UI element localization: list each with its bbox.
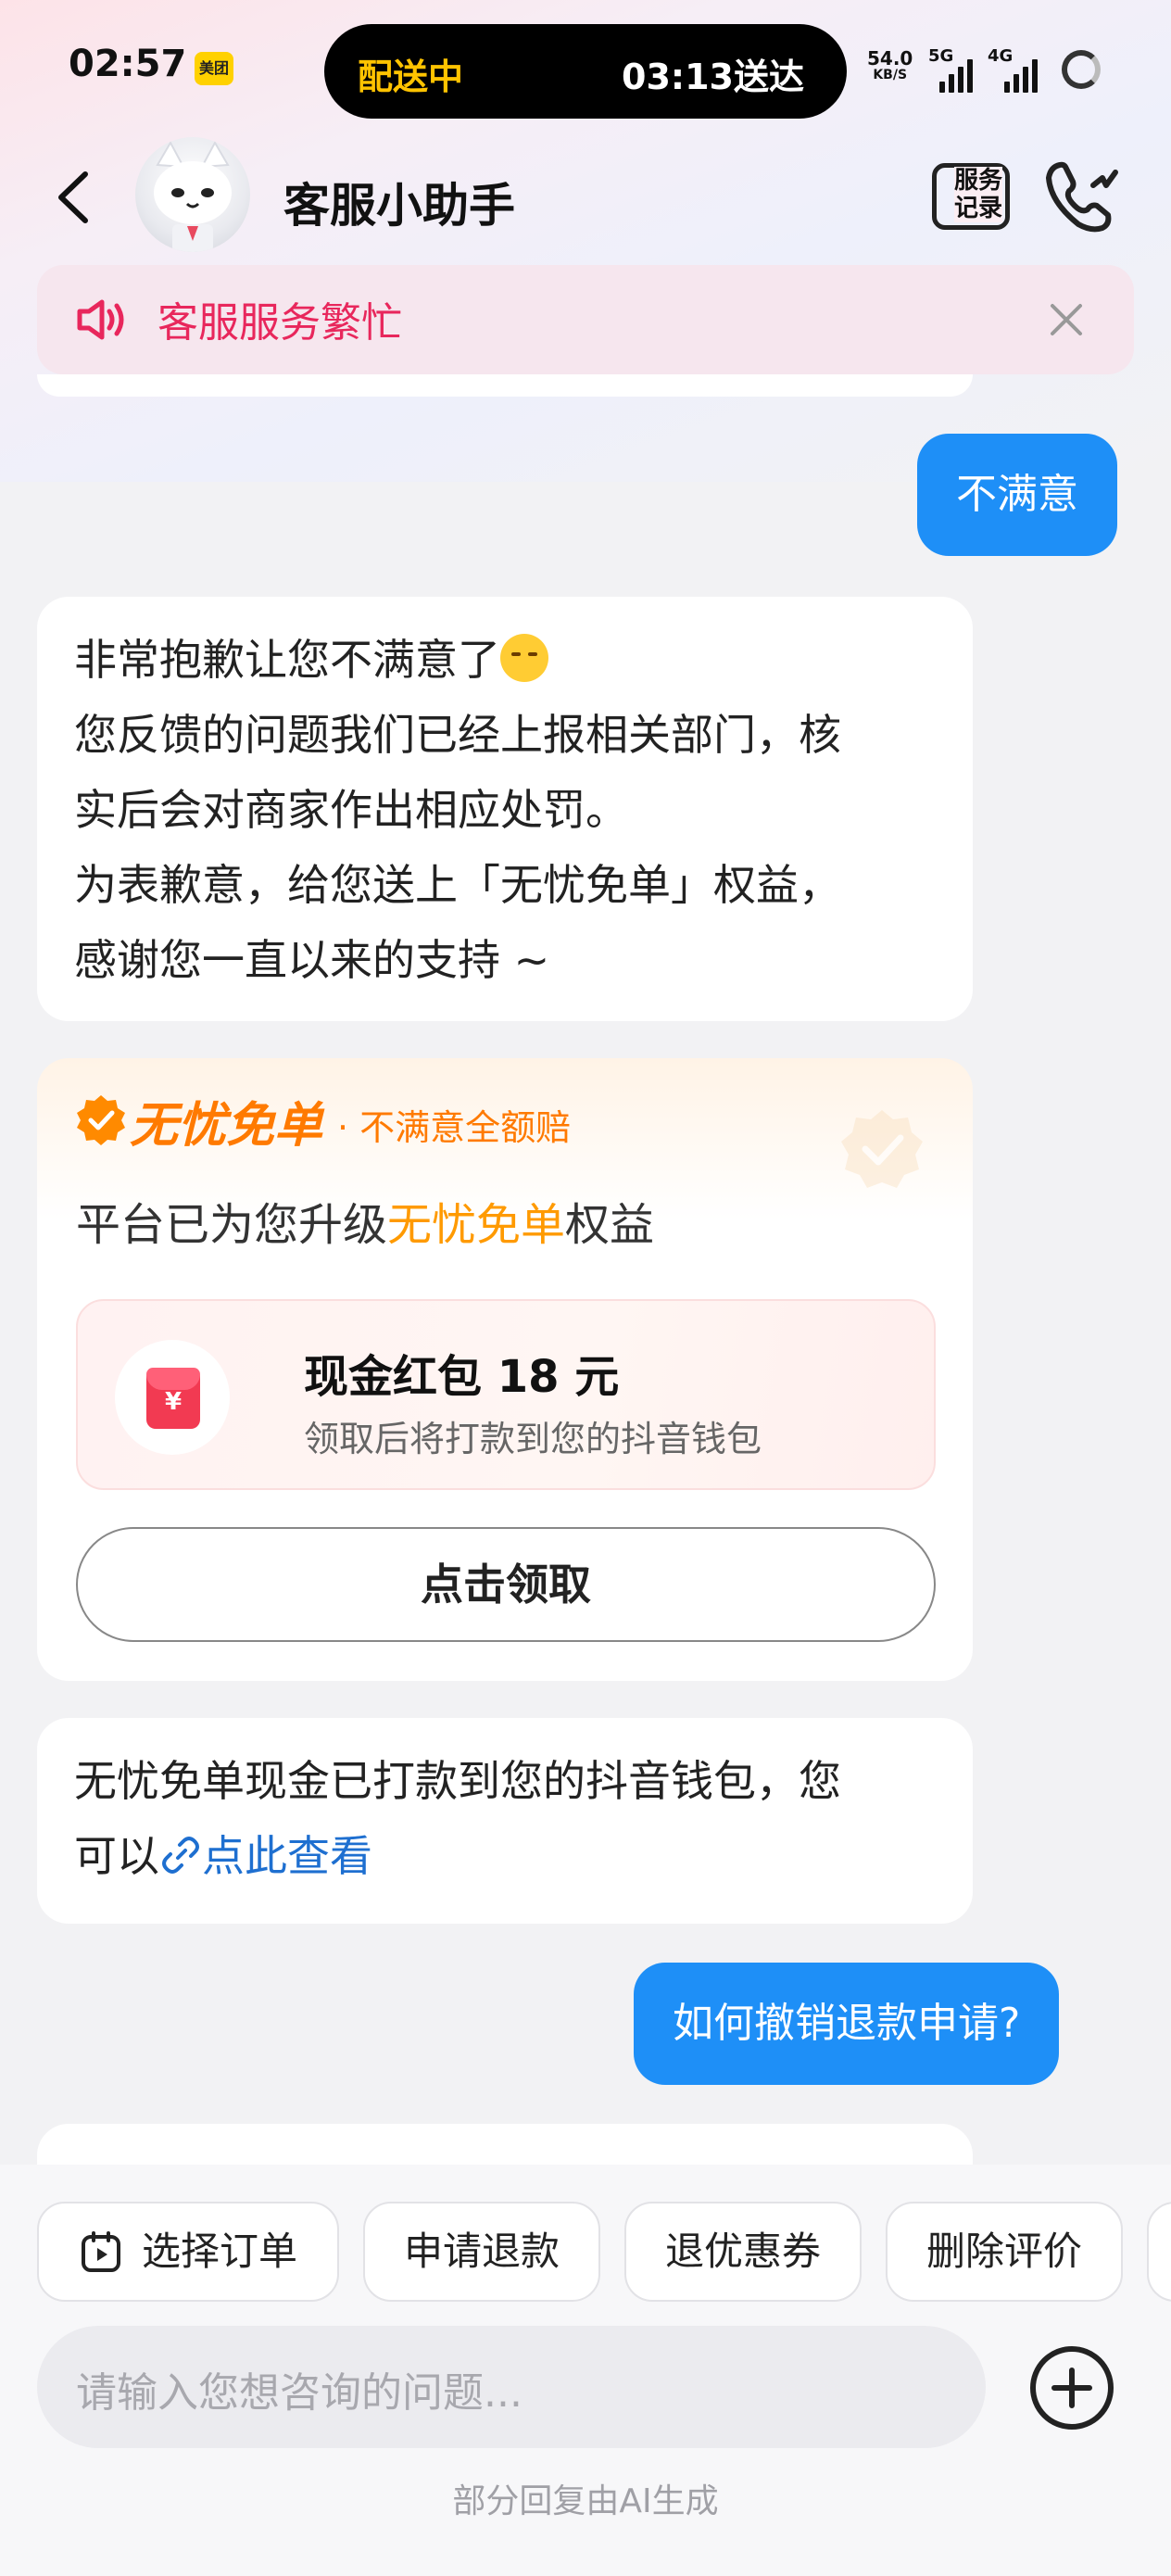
agent-message: 无忧免单现金已打款到您的抖音钱包，您 可以 点此查看: [37, 1718, 973, 1924]
redpack-symbol: ¥: [164, 1388, 183, 1416]
upgrade-text-suffix: 权益: [565, 1199, 655, 1251]
quick-action-delete-review[interactable]: 删除评价: [886, 2202, 1123, 2302]
meituan-app-icon: 美团: [195, 52, 233, 85]
benefit-card: 无忧免单 · 不满意全额赔 平台已为您升级无忧免单权益 ¥ 现金红包 18 元 …: [37, 1058, 973, 1681]
chevron-left-icon[interactable]: [48, 165, 104, 230]
network-speed-value: 54.0: [867, 47, 913, 69]
redpack-description: 领取后将打款到您的抖音钱包: [304, 1419, 762, 1459]
status-bar: 02:57 美团 配送中 03:13送达 54.0 KB/S 5G 4G: [0, 0, 1171, 139]
upgrade-text-prefix: 平台已为您升级: [76, 1199, 388, 1251]
quick-action-return-coupon[interactable]: 退优惠券: [624, 2202, 862, 2302]
message-line: 无忧免单现金已打款到您的抖音钱包，您: [74, 1756, 841, 1806]
agent-message: 非常抱歉让您不满意了 您反馈的问题我们已经上报相关部门，核 实后会对商家作出相应…: [37, 597, 973, 1021]
delivery-status: 配送中: [358, 57, 464, 97]
service-record-button[interactable]: 服务 记录: [932, 163, 1010, 230]
close-icon[interactable]: [1045, 298, 1088, 341]
notice-text: 客服服务繁忙: [157, 299, 402, 347]
quick-action-more[interactable]: [1147, 2202, 1171, 2302]
redpack-icon-container: ¥: [115, 1340, 230, 1455]
order-play-icon: [81, 2231, 120, 2272]
tag-4g: 4G: [988, 46, 1014, 66]
message-line: 非常抱歉让您不满意了: [74, 635, 500, 685]
plus-icon[interactable]: [1026, 2342, 1117, 2433]
signal-icons: 5G 4G: [928, 46, 1114, 93]
tag-5g: 5G: [928, 46, 954, 66]
user-message: 如何撤销退款申请?: [634, 1963, 1060, 2085]
service-record-label: 服务 记录: [954, 167, 1003, 222]
delivery-live-activity[interactable]: 配送中 03:13送达: [324, 24, 847, 119]
message-text: 非常抱歉让您不满意了 您反馈的问题我们已经上报相关部门，核 实后会对商家作出相应…: [74, 623, 936, 998]
question-input[interactable]: 请输入您想咨询的问题...: [37, 2326, 986, 2448]
message-line: 为表歉意，给您送上「无忧免单」权益，: [74, 860, 841, 910]
message-line: 您反馈的问题我们已经上报相关部门，核: [74, 710, 841, 760]
claim-button[interactable]: 点击领取: [76, 1527, 936, 1642]
user-message: 不满意: [917, 434, 1117, 556]
busy-notice-banner: 客服服务繁忙: [37, 265, 1134, 374]
delivery-eta: 03:13送达: [622, 57, 804, 97]
nav-bar: 客服小助手 服务 记录: [0, 130, 1171, 259]
battery-icon: [1062, 50, 1101, 89]
avatar: [135, 137, 250, 252]
verified-badge-icon: [77, 1095, 125, 1145]
quick-actions: 选择订单 申请退款 退优惠券 删除评价: [0, 2202, 1171, 2304]
network-speed-unit: KB/S: [873, 68, 908, 82]
view-wallet-link[interactable]: 点此查看: [202, 1831, 372, 1881]
benefit-title: 无忧免单: [130, 1098, 323, 1154]
upgrade-text-highlight: 无忧免单: [387, 1199, 566, 1251]
badge-watermark-icon: [841, 1110, 923, 1188]
cat-mascot-icon: [154, 140, 232, 252]
link-icon: [162, 1837, 199, 1874]
message-text: 无忧免单现金已打款到您的抖音钱包，您 可以 点此查看: [74, 1744, 936, 1894]
phone-icon[interactable]: [1041, 158, 1125, 235]
cash-redpack-item: ¥ 现金红包 18 元 领取后将打款到您的抖音钱包: [76, 1299, 936, 1490]
input-placeholder: 请输入您想咨询的问题...: [76, 2369, 523, 2417]
benefit-upgrade-text: 平台已为您升级无忧免单权益: [76, 1188, 654, 1253]
bottom-input-panel: 选择订单 申请退款 退优惠券 删除评价 请输入您想咨询的问题... 部分回复由A…: [0, 2165, 1171, 2576]
benefit-subtitle: · 不满意全额赔: [337, 1107, 572, 1148]
quick-action-request-refund[interactable]: 申请退款: [363, 2202, 600, 2302]
red-envelope-icon: ¥: [146, 1368, 200, 1429]
ai-generated-note: 部分回复由AI生成: [452, 2482, 719, 2520]
message-line-prefix: 可以: [74, 1831, 159, 1881]
pensive-face-emoji-icon: [500, 634, 548, 682]
speaker-icon: [77, 299, 124, 340]
message-line: 实后会对商家作出相应处罚。: [74, 785, 628, 835]
status-time: 02:57: [69, 43, 187, 85]
quick-action-select-order[interactable]: 选择订单: [37, 2202, 339, 2302]
network-speed: 54.0 KB/S: [867, 47, 913, 83]
redpack-title: 现金红包 18 元: [304, 1351, 620, 1403]
message-line: 感谢您一直以来的支持 ~: [74, 935, 550, 985]
previous-message-card: [37, 374, 973, 397]
page-title: 客服小助手: [283, 179, 515, 233]
quick-action-label: 选择订单: [141, 2229, 297, 2274]
